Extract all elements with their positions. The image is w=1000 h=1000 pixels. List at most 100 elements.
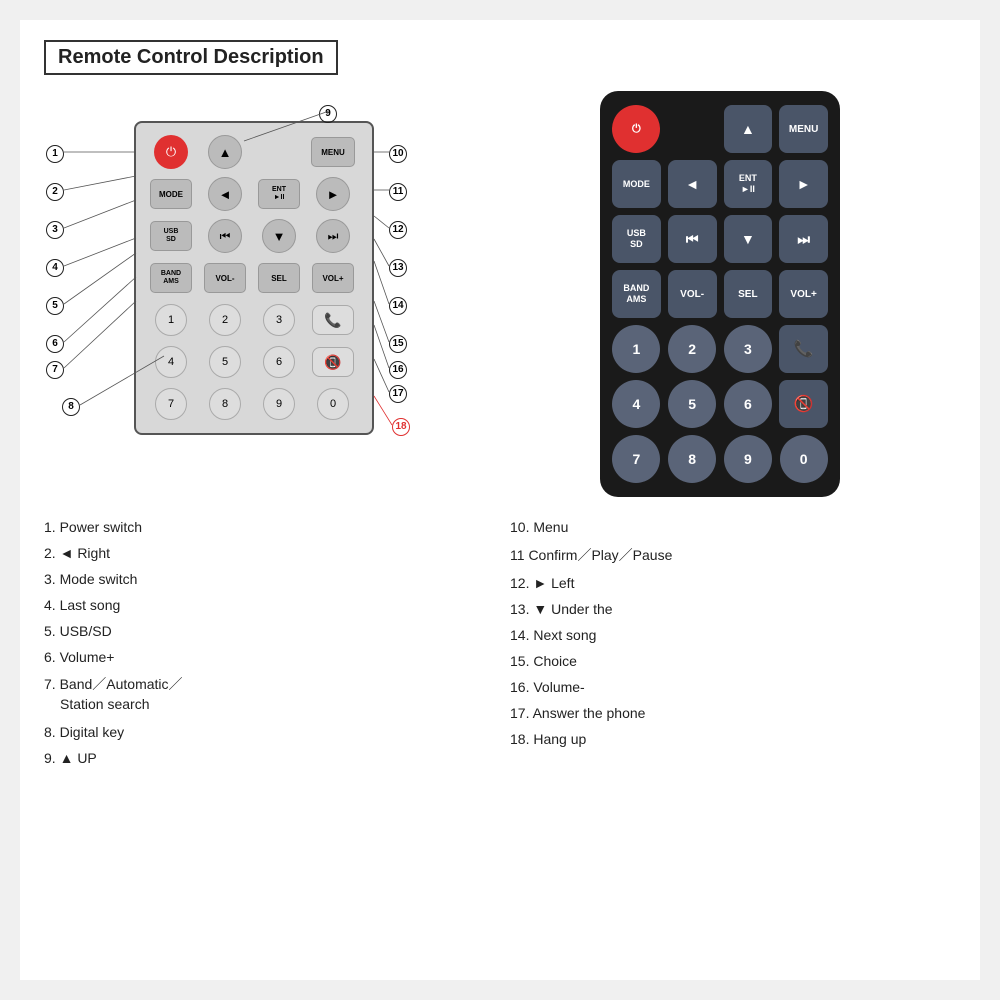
remote-prev-btn[interactable]: ⏮ — [668, 215, 717, 263]
remote-n6-btn[interactable]: 6 — [724, 380, 772, 428]
callout-circle-6: 6 — [46, 335, 64, 353]
remote-power-cell: ⏻ — [612, 105, 661, 153]
diag-menu-btn[interactable]: MENU — [311, 137, 355, 167]
diag-band-btn[interactable]: BANDAMS — [150, 263, 192, 293]
remote-n4-btn[interactable]: 4 — [612, 380, 660, 428]
desc-text-16: Volume- — [533, 679, 584, 695]
callout-9: 9 — [319, 103, 337, 123]
remote-n2-btn[interactable]: 2 — [668, 325, 716, 373]
desc-item-12: 12. ► Left — [510, 575, 956, 591]
diag-power: ⏻ — [146, 133, 196, 171]
diag-usb-btn[interactable]: USBSD — [150, 221, 192, 251]
diag-left-btn[interactable]: ◄ — [208, 177, 242, 211]
diag-prev: ⏮ — [200, 217, 250, 255]
diag-n9-btn[interactable]: 9 — [263, 388, 295, 420]
callout-circle-2: 2 — [46, 183, 64, 201]
remote-menu-btn[interactable]: MENU — [779, 105, 828, 153]
desc-item-5: 5. USB/SD — [44, 623, 490, 639]
diag-sel-btn[interactable]: SEL — [258, 263, 300, 293]
desc-num-7: 7. — [44, 676, 56, 692]
desc-num-9: 9. — [44, 750, 56, 766]
remote-n3-btn[interactable]: 3 — [724, 325, 772, 373]
remote-n0-btn[interactable]: 0 — [780, 435, 828, 483]
content-row: ⏻ ▲ MENU MODE — [44, 91, 956, 497]
remote-n1-btn[interactable]: 1 — [612, 325, 660, 373]
diag-vol-minus: VOL- — [200, 259, 250, 297]
diag-n6-btn[interactable]: 6 — [263, 346, 295, 378]
diag-n8-btn[interactable]: 8 — [209, 388, 241, 420]
remote-ent-btn[interactable]: ENT►II — [724, 160, 773, 208]
callout-18: 18 — [392, 416, 410, 436]
diag-n1-btn[interactable]: 1 — [155, 304, 187, 336]
diag-prev-btn[interactable]: ⏮ — [208, 219, 242, 253]
callout-7: 7 — [46, 359, 64, 379]
diag-up-btn[interactable]: ▲ — [208, 135, 242, 169]
diag-n0-btn[interactable]: 0 — [317, 388, 349, 420]
remote-n8-btn[interactable]: 8 — [668, 435, 716, 483]
diag-down-btn[interactable]: ▼ — [262, 219, 296, 253]
remote-red-call-btn[interactable]: 📵 — [779, 380, 828, 428]
diag-power-btn[interactable]: ⏻ — [154, 135, 188, 169]
remote-left-btn[interactable]: ◄ — [668, 160, 717, 208]
diag-next-btn[interactable]: ⏭ — [316, 219, 350, 253]
remote-sel-btn[interactable]: SEL — [724, 270, 773, 318]
desc-text-9: ▲ UP — [60, 750, 97, 766]
remote-vol-minus-btn[interactable]: VOL- — [668, 270, 717, 318]
diag-n7: 7 — [146, 385, 196, 423]
desc-item-2: 2. ◄ Right — [44, 545, 490, 561]
desc-text-5: USB/SD — [60, 623, 112, 639]
diag-n7-btn[interactable]: 7 — [155, 388, 187, 420]
diag-next: ⏭ — [308, 217, 358, 255]
remote-n7-btn[interactable]: 7 — [612, 435, 660, 483]
diag-arrow-down: ▼ — [254, 217, 304, 255]
remote-n5-btn[interactable]: 5 — [668, 380, 716, 428]
remote-right-btn[interactable]: ► — [779, 160, 828, 208]
remote-down-btn[interactable]: ▼ — [724, 215, 773, 263]
remote-mode-btn[interactable]: MODE — [612, 160, 661, 208]
remote-power-btn[interactable]: ⏻ — [612, 105, 660, 153]
diag-n2-btn[interactable]: 2 — [209, 304, 241, 336]
remote-green-call-btn[interactable]: 📞 — [779, 325, 828, 373]
callout-circle-16: 16 — [389, 361, 407, 379]
remote-up-btn[interactable]: ▲ — [724, 105, 773, 153]
diag-red-call-btn[interactable]: 📵 — [312, 347, 354, 377]
remote-row-2: MODE ◄ ENT►II ► — [612, 160, 828, 208]
remote-n4-cell: 4 — [612, 380, 661, 428]
callout-1: 1 — [46, 143, 64, 163]
remote-n9-btn[interactable]: 9 — [724, 435, 772, 483]
diagram-row-1: ⏻ ▲ MENU — [146, 133, 362, 171]
diag-n6: 6 — [254, 343, 304, 381]
desc-text-14: Next song — [533, 627, 596, 643]
desc-num-1: 1. — [44, 519, 56, 535]
diag-red-call: 📵 — [308, 343, 358, 381]
diag-right-btn[interactable]: ► — [316, 177, 350, 211]
remote-vol-plus-btn[interactable]: VOL+ — [779, 270, 828, 318]
diag-n3-btn[interactable]: 3 — [263, 304, 295, 336]
remote-n3-cell: 3 — [724, 325, 773, 373]
diag-n4-btn[interactable]: 4 — [155, 346, 187, 378]
desc-item-4: 4. Last song — [44, 597, 490, 613]
desc-text-4: Last song — [60, 597, 121, 613]
desc-item-6: 6. Volume+ — [44, 649, 490, 665]
remote-usb-btn[interactable]: USBSD — [612, 215, 661, 263]
diag-mode-btn[interactable]: MODE — [150, 179, 192, 209]
remote-band-btn[interactable]: BANDAMS — [612, 270, 661, 318]
desc-item-16: 16. Volume- — [510, 679, 956, 695]
callout-16: 16 — [389, 359, 407, 379]
remote-fwd-btn[interactable]: ⏭ — [779, 215, 828, 263]
remote-n8-cell: 8 — [668, 435, 717, 483]
desc-num-17: 17. — [510, 705, 529, 721]
diagram-row-3: USBSD ⏮ ▼ ⏭ — [146, 217, 362, 255]
desc-num-12: 12. — [510, 575, 529, 591]
diag-n5-btn[interactable]: 5 — [209, 346, 241, 378]
desc-text-18: Hang up — [533, 731, 586, 747]
remote-empty-cell — [668, 105, 717, 153]
desc-col-right: 10. Menu 11 Confirm／Play／Pause 12. ► Lef… — [510, 519, 956, 776]
diag-green-call-btn[interactable]: 📞 — [312, 305, 354, 335]
diag-ent-btn[interactable]: ENT►II — [258, 179, 300, 209]
diag-n1: 1 — [146, 301, 196, 339]
diag-band: BANDAMS — [146, 259, 196, 297]
diag-vol-minus-btn[interactable]: VOL- — [204, 263, 246, 293]
desc-text-3: Mode switch — [60, 571, 138, 587]
diag-vol-plus-btn[interactable]: VOL+ — [312, 263, 354, 293]
